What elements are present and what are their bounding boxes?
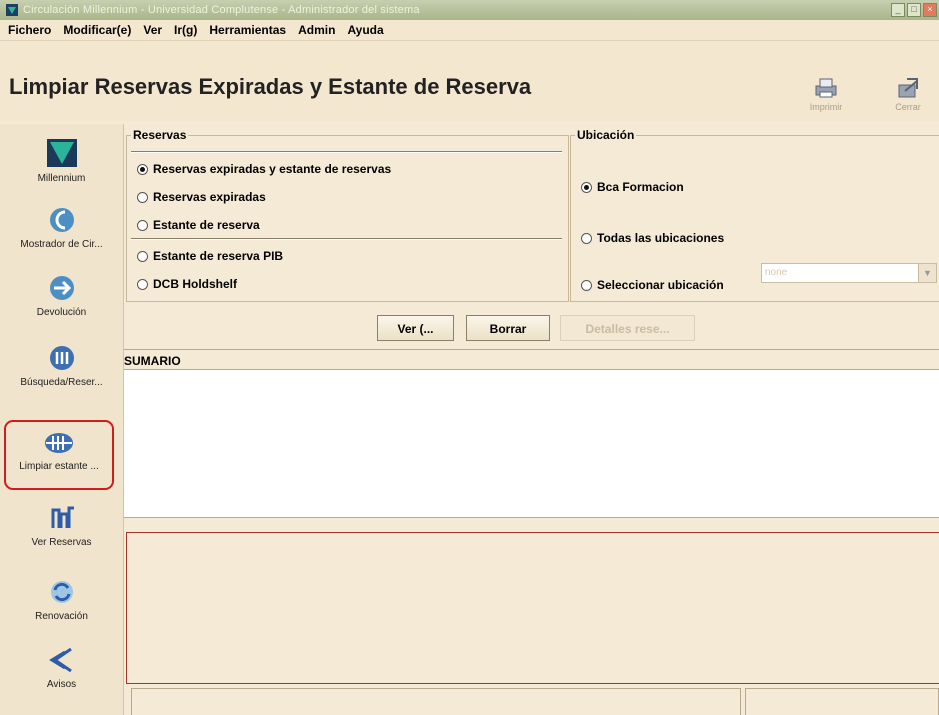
- search-hold-icon: [49, 346, 74, 370]
- radio-label: Estante de reserva: [153, 218, 260, 232]
- print-button[interactable]: Imprimir: [804, 77, 848, 112]
- radio-dcb-holdshelf[interactable]: DCB Holdshelf: [137, 277, 237, 291]
- sidebar-item-avisos[interactable]: Avisos: [0, 646, 123, 690]
- circulation-desk-icon: [49, 208, 74, 232]
- sidebar-item-label: Mostrador de Cir...: [20, 239, 103, 250]
- menu-bar: Fichero Modificar(e) Ver Ir(g) Herramien…: [0, 20, 939, 41]
- clear-button[interactable]: Borrar: [466, 315, 550, 341]
- page-header: Limpiar Reservas Expiradas y Estante de …: [0, 41, 939, 121]
- close-label: Cerrar: [895, 102, 921, 112]
- radio-todas-ubicaciones[interactable]: Todas las ubicaciones: [581, 231, 724, 245]
- radio-indicator: [137, 163, 148, 175]
- menu-ayuda[interactable]: Ayuda: [347, 23, 383, 37]
- menu-modificar[interactable]: Modificar(e): [63, 23, 131, 37]
- page-title: Limpiar Reservas Expiradas y Estante de …: [9, 74, 532, 99]
- sidebar-item-label: Limpiar estante ...: [19, 461, 99, 472]
- radio-indicator: [137, 219, 148, 231]
- radio-indicator: [581, 232, 592, 244]
- close-window-button[interactable]: ×: [923, 3, 937, 17]
- chevron-down-icon[interactable]: ▼: [918, 264, 936, 282]
- app-icon: [6, 4, 18, 16]
- maximize-button[interactable]: □: [907, 3, 921, 17]
- ubicacion-legend: Ubicación: [577, 128, 635, 142]
- window-title: Circulación Millennium - Universidad Com…: [23, 4, 420, 16]
- summary-label: SUMARIO: [124, 354, 181, 368]
- radio-label: DCB Holdshelf: [153, 277, 237, 291]
- radio-label: Bca Formacion: [597, 180, 684, 194]
- radio-estante-reserva[interactable]: Estante de reserva: [137, 218, 260, 232]
- checkin-arrow-icon: [49, 276, 74, 300]
- group-separator: [131, 238, 562, 240]
- menu-ver[interactable]: Ver: [143, 23, 162, 37]
- divider: [124, 349, 939, 350]
- radio-indicator: [581, 279, 592, 291]
- minimize-button[interactable]: _: [891, 3, 905, 17]
- sidebar-item-limpiar[interactable]: Limpiar estante ...: [4, 420, 114, 490]
- location-select-value: none: [765, 267, 788, 278]
- exit-door-icon: [898, 78, 918, 98]
- print-label: Imprimir: [809, 102, 843, 112]
- radio-indicator: [581, 181, 592, 193]
- view-button[interactable]: Ver (...: [377, 315, 454, 341]
- radio-indicator: [137, 250, 148, 262]
- sidebar-item-label: Renovación: [35, 611, 88, 622]
- title-bar: Circulación Millennium - Universidad Com…: [0, 0, 939, 20]
- sidebar-item-renovacion[interactable]: Renovación: [0, 578, 123, 622]
- sidebar-item-devolucion[interactable]: Devolución: [0, 274, 123, 318]
- menu-herramientas[interactable]: Herramientas: [209, 23, 286, 37]
- sidebar-item-ver-reservas[interactable]: Ver Reservas: [0, 504, 123, 548]
- millennium-logo-icon: [46, 139, 77, 167]
- printer-icon: [815, 78, 837, 98]
- sidebar-item-label: Ver Reservas: [31, 537, 92, 548]
- reservas-legend: Reservas: [133, 128, 187, 142]
- sidebar-item-label: Búsqueda/Reser...: [20, 377, 103, 388]
- summary-list[interactable]: [124, 369, 939, 518]
- radio-indicator: [137, 278, 148, 290]
- details-button[interactable]: Detalles rese...: [560, 315, 695, 341]
- sidebar-item-label: Devolución: [36, 307, 87, 318]
- status-field: [745, 688, 939, 715]
- radio-label: Seleccionar ubicación: [597, 278, 724, 292]
- close-tool-button[interactable]: Cerrar: [886, 77, 930, 112]
- radio-label: Reservas expiradas: [153, 190, 266, 204]
- sidebar-item-label: Millennium: [37, 173, 86, 184]
- renewal-icon: [50, 581, 73, 603]
- group-separator: [131, 151, 562, 153]
- radio-reservas-expiradas[interactable]: Reservas expiradas: [137, 190, 266, 204]
- radio-seleccionar-ubicacion[interactable]: Seleccionar ubicación: [581, 278, 724, 292]
- radio-reservas-expiradas-estante[interactable]: Reservas expiradas y estante de reservas: [137, 162, 391, 176]
- location-select[interactable]: none ▼: [761, 263, 937, 283]
- sidebar-item-label: Avisos: [46, 679, 77, 690]
- view-holds-icon: [51, 506, 74, 528]
- radio-estante-reserva-pib[interactable]: Estante de reserva PIB: [137, 249, 283, 263]
- notices-icon: [48, 647, 72, 673]
- status-field: [131, 688, 741, 715]
- reservas-group: Reservas Reservas expiradas y estante de…: [126, 128, 569, 302]
- menu-fichero[interactable]: Fichero: [8, 23, 51, 37]
- clear-shelf-icon: [45, 433, 73, 453]
- sidebar-item-mostrador[interactable]: Mostrador de Cir...: [0, 206, 123, 250]
- radio-indicator: [137, 191, 148, 203]
- radio-label: Todas las ubicaciones: [597, 231, 725, 245]
- detail-panel: [126, 532, 939, 684]
- radio-label: Reservas expiradas y estante de reservas: [153, 162, 392, 176]
- menu-ir[interactable]: Ir(g): [174, 23, 197, 37]
- sidebar-item-millennium[interactable]: Millennium: [0, 138, 123, 184]
- sidebar-item-busqueda[interactable]: Búsqueda/Reser...: [0, 344, 123, 388]
- radio-label: Estante de reserva PIB: [153, 249, 284, 263]
- sidebar: Millennium Mostrador de Cir... Devolució…: [0, 124, 124, 715]
- radio-bca-formacion[interactable]: Bca Formacion: [581, 180, 684, 194]
- menu-admin[interactable]: Admin: [298, 23, 335, 37]
